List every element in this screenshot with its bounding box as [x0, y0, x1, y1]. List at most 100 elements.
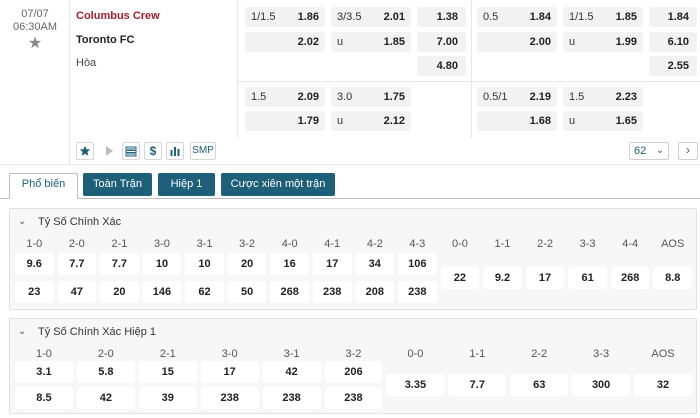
score-odds-home[interactable]: 42 [262, 361, 321, 383]
score-odds-draw[interactable]: 9.2 [483, 267, 522, 289]
favorite-button[interactable] [76, 142, 94, 160]
fh-1x2-draw[interactable]: 2.55 [649, 56, 697, 76]
away-team-name[interactable]: Toronto FC [76, 33, 134, 47]
ft-1x2-away[interactable]: 7.00 [417, 32, 466, 52]
live-stream-button[interactable] [100, 142, 118, 160]
score-odds-away[interactable]: 39 [138, 387, 197, 409]
score-odds-away[interactable]: 146 [142, 281, 182, 303]
score-odds-draw[interactable]: 8.8 [653, 267, 692, 289]
score-label: 4-1 [324, 238, 341, 250]
correct-score-panel: ⌄ Tỷ Số Chính Xác 1-0 9.6 23 2-0 7.7 47 2-1 7.7… [9, 208, 697, 310]
ft-1x2-draw[interactable]: 4.80 [417, 56, 466, 76]
score-odds-draw[interactable]: 22 [440, 267, 480, 289]
fh-over[interactable]: 1/1.5 1.85 [563, 7, 643, 27]
ft2-handicap-away[interactable]: 1.79 [245, 111, 325, 131]
ft2-under[interactable]: u 2.12 [331, 111, 411, 131]
fh-handicap-away[interactable]: 2.00 [477, 32, 557, 52]
score-odds-draw[interactable]: 61 [568, 267, 607, 289]
score-odds-home[interactable]: 106 [398, 253, 437, 275]
score-odds-home[interactable]: 15 [138, 361, 197, 383]
score-odds-away[interactable]: 23 [15, 281, 54, 303]
dollar-icon: $ [149, 144, 157, 158]
ft-1x2-home[interactable]: 1.38 [417, 7, 466, 27]
score-odds-home[interactable]: 7.7 [100, 253, 139, 275]
favorite-star-icon[interactable]: ★ [26, 35, 44, 53]
fh2-handicap-home[interactable]: 0.5/1 2.19 [477, 87, 557, 107]
score-odds-home[interactable]: 10 [142, 253, 182, 275]
ft2-handicap-home[interactable]: 1.5 2.09 [245, 87, 325, 107]
score-odds-home[interactable]: 17 [200, 361, 259, 383]
score-label: 1-1 [494, 238, 511, 250]
cashout-button[interactable]: $ [144, 142, 162, 160]
score-label: 2-0 [97, 348, 114, 360]
more-markets-dropdown[interactable]: 62 ⌄ [629, 142, 669, 160]
score-odds-draw[interactable]: 32 [634, 374, 692, 396]
score-odds-home[interactable]: 20 [227, 253, 267, 275]
score-odds-away[interactable]: 20 [100, 281, 139, 303]
fh-1x2-away[interactable]: 6.10 [649, 32, 697, 52]
score-label: 0-0 [407, 348, 424, 360]
score-odds-away[interactable]: 238 [324, 387, 383, 409]
score-odds-draw[interactable]: 300 [572, 374, 631, 396]
score-odds-home[interactable]: 5.8 [76, 361, 135, 383]
score-odds-away[interactable]: 50 [227, 281, 267, 303]
score-odds-away[interactable]: 62 [185, 281, 224, 303]
fh2-handicap-away[interactable]: 1.68 [477, 111, 557, 131]
fh2-over[interactable]: 1.5 2.23 [563, 87, 643, 107]
fh-1x2-home[interactable]: 1.84 [649, 7, 697, 27]
score-label: 2-0 [68, 238, 85, 250]
score-odds-away[interactable]: 238 [312, 281, 352, 303]
tab-same-game-parlay[interactable]: Cược xiên một trận [221, 173, 335, 196]
score-odds-home[interactable]: 3.1 [15, 361, 73, 383]
score-odds-draw[interactable]: 3.35 [386, 374, 445, 396]
draw-label: Hòa [76, 57, 97, 69]
statistics-button[interactable] [166, 142, 184, 160]
fh2-under[interactable]: u 1.65 [563, 111, 643, 131]
stats-table-button[interactable] [122, 142, 140, 160]
score-odds-away[interactable]: 238 [200, 387, 259, 409]
ft2-over[interactable]: 3.0 1.75 [331, 87, 411, 107]
home-team-name[interactable]: Columbus Crew [76, 9, 160, 23]
score-label: 4-4 [622, 238, 639, 250]
tab-first-half[interactable]: Hiệp 1 [158, 173, 215, 196]
score-odds-draw[interactable]: 268 [610, 267, 650, 289]
fh-under[interactable]: u 1.99 [563, 32, 643, 52]
score-odds-away[interactable]: 238 [262, 387, 321, 409]
ft-handicap-home[interactable]: 1/1.5 1.86 [245, 7, 325, 27]
score-odds-draw[interactable]: 17 [525, 267, 565, 289]
score-odds-away[interactable]: 47 [57, 281, 97, 303]
score-odds-draw[interactable]: 7.7 [448, 374, 507, 396]
smp-button[interactable]: SMP [190, 142, 216, 160]
ft-handicap-away[interactable]: 2.02 [245, 32, 325, 52]
match-row: 07/07 06:30AM ★ Columbus Crew Toronto FC… [0, 0, 700, 165]
score-odds-away[interactable]: 238 [398, 281, 437, 303]
score-label: 3-3 [593, 348, 610, 360]
tab-popular[interactable]: Phổ biến [9, 173, 78, 199]
score-odds-home[interactable]: 17 [312, 253, 352, 275]
score-label: 3-0 [154, 238, 170, 250]
correct-score-header[interactable]: ⌄ Tỷ Số Chính Xác [10, 209, 696, 235]
score-odds-away[interactable]: 8.5 [15, 387, 73, 409]
score-odds-home[interactable]: 34 [355, 253, 395, 275]
market-tabs: Phổ biến Toàn Trận Hiệp 1 Cược xiên một … [0, 165, 700, 205]
score-odds-home[interactable]: 206 [324, 361, 383, 383]
fh-handicap-home[interactable]: 0.5 1.84 [477, 7, 557, 27]
score-odds-home[interactable]: 10 [185, 253, 224, 275]
score-odds-home[interactable]: 7.7 [57, 253, 97, 275]
score-label: 3-3 [579, 238, 596, 250]
score-odds-home[interactable]: 16 [270, 253, 309, 275]
score-odds-draw[interactable]: 63 [510, 374, 569, 396]
score-odds-home[interactable]: 9.6 [15, 253, 54, 275]
tabs-rule [0, 198, 700, 199]
score-odds-away[interactable]: 268 [270, 281, 309, 303]
ft-under[interactable]: u 1.85 [331, 32, 411, 52]
score-odds-away[interactable]: 208 [355, 281, 395, 303]
ft-over[interactable]: 3/3.5 2.01 [331, 7, 411, 27]
tab-full-time[interactable]: Toàn Trận [83, 173, 152, 196]
score-odds-away[interactable]: 42 [76, 387, 135, 409]
score-label: 2-2 [537, 238, 553, 250]
next-arrow-button[interactable]: › [678, 142, 698, 160]
score-label: 0-0 [451, 238, 468, 250]
column-divider [471, 0, 472, 138]
correct-score-1h-header[interactable]: ⌄ Tỷ Số Chính Xác Hiệp 1 [10, 319, 696, 345]
